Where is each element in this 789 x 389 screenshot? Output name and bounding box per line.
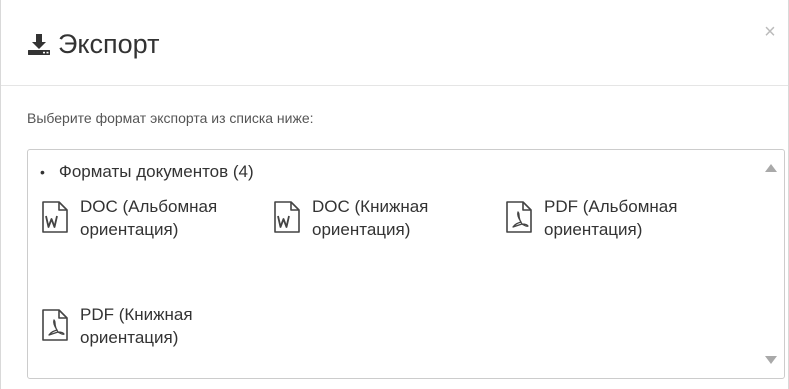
format-item-pdf-landscape[interactable]: PDF (Альбомная ориентация) bbox=[505, 195, 704, 241]
format-label: PDF (Альбомная ориентация) bbox=[544, 197, 678, 239]
format-item-pdf-portrait[interactable]: PDF (Книжная ориентация) bbox=[41, 303, 240, 349]
group-header: • Форматы документов (4) bbox=[40, 162, 254, 182]
format-item-doc-portrait[interactable]: DOC (Книжная ориентация) bbox=[273, 195, 472, 241]
scroll-up-button[interactable] bbox=[758, 158, 784, 178]
instruction-text: Выберите формат экспорта из списка ниже: bbox=[27, 110, 314, 126]
format-item-doc-landscape[interactable]: DOC (Альбомная ориентация) bbox=[41, 195, 240, 241]
format-label: DOC (Альбомная ориентация) bbox=[80, 197, 218, 239]
dialog-title: Экспорт bbox=[27, 24, 159, 64]
arrow-up-icon bbox=[765, 164, 777, 172]
word-file-icon bbox=[42, 201, 68, 233]
vertical-scrollbar[interactable] bbox=[758, 150, 784, 378]
dialog-title-text: Экспорт bbox=[58, 28, 160, 59]
export-dialog: Экспорт × Выберите формат экспорта из сп… bbox=[0, 0, 789, 389]
format-label: DOC (Книжная ориентация) bbox=[312, 197, 429, 239]
group-title: Форматы документов (4) bbox=[58, 162, 254, 181]
scroll-down-button[interactable] bbox=[758, 350, 784, 370]
pdf-file-icon bbox=[42, 309, 68, 341]
word-file-icon bbox=[274, 201, 300, 233]
download-icon bbox=[28, 34, 50, 55]
close-button[interactable]: × bbox=[760, 22, 780, 42]
dialog-header: Экспорт × bbox=[1, 0, 788, 86]
group-bullet: • bbox=[40, 164, 45, 180]
arrow-down-icon bbox=[765, 356, 777, 364]
format-list-panel: • Форматы документов (4) DOC (Альбомная … bbox=[27, 149, 785, 379]
pdf-file-icon bbox=[506, 201, 532, 233]
format-label: PDF (Книжная ориентация) bbox=[80, 305, 193, 347]
